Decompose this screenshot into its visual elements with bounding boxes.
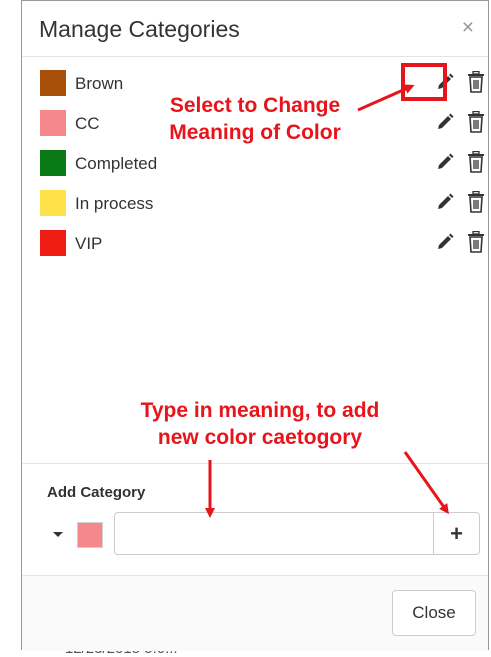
color-swatch[interactable] (40, 70, 66, 96)
edit-hint-line1: Select to Change (169, 94, 341, 117)
add-category-button[interactable]: + (433, 512, 480, 555)
pencil-icon[interactable] (435, 152, 455, 172)
category-row-completed: Completed (22, 145, 488, 179)
close-button[interactable]: Close (392, 590, 476, 636)
category-row-vip: VIP (22, 225, 488, 259)
trash-icon[interactable] (467, 111, 485, 133)
category-label: In process (75, 194, 154, 213)
category-label: Completed (75, 154, 158, 173)
edit-hint-line2: Meaning of Color (169, 121, 341, 144)
category-name-input[interactable] (114, 512, 434, 555)
trash-icon[interactable] (467, 191, 485, 213)
modal-footer: Close (22, 575, 488, 651)
trash-icon[interactable] (467, 231, 485, 253)
add-hint-line1: Type in meaning, to add (140, 399, 380, 422)
color-swatch[interactable] (40, 230, 66, 256)
color-swatch[interactable] (40, 150, 66, 176)
caret-down-icon[interactable] (53, 532, 63, 537)
edit-hint-annotation: Select to Change Meaning of Color (140, 92, 370, 146)
color-swatch[interactable] (40, 190, 66, 216)
category-label: Brown (75, 74, 124, 93)
category-label: CC (75, 114, 100, 133)
pencil-icon[interactable] (435, 192, 455, 212)
pencil-icon[interactable] (435, 232, 455, 252)
add-category-label: Add Category (47, 484, 146, 501)
close-icon[interactable]: × (462, 17, 474, 38)
modal-header: Manage Categories × (22, 1, 488, 57)
add-category-section: Add Category + (22, 463, 488, 575)
trash-icon[interactable] (467, 151, 485, 173)
add-color-swatch[interactable] (77, 522, 103, 548)
add-hint-line2: new color caetogory (157, 426, 363, 449)
color-swatch[interactable] (40, 110, 66, 136)
category-row-in-process: In process (22, 185, 488, 219)
category-label: VIP (75, 234, 103, 253)
pencil-icon[interactable] (435, 72, 455, 92)
add-hint-annotation: Type in meaning, to add new color caetog… (110, 397, 410, 451)
pencil-icon[interactable] (435, 112, 455, 132)
trash-icon[interactable] (467, 71, 485, 93)
modal-title: Manage Categories (39, 16, 240, 42)
